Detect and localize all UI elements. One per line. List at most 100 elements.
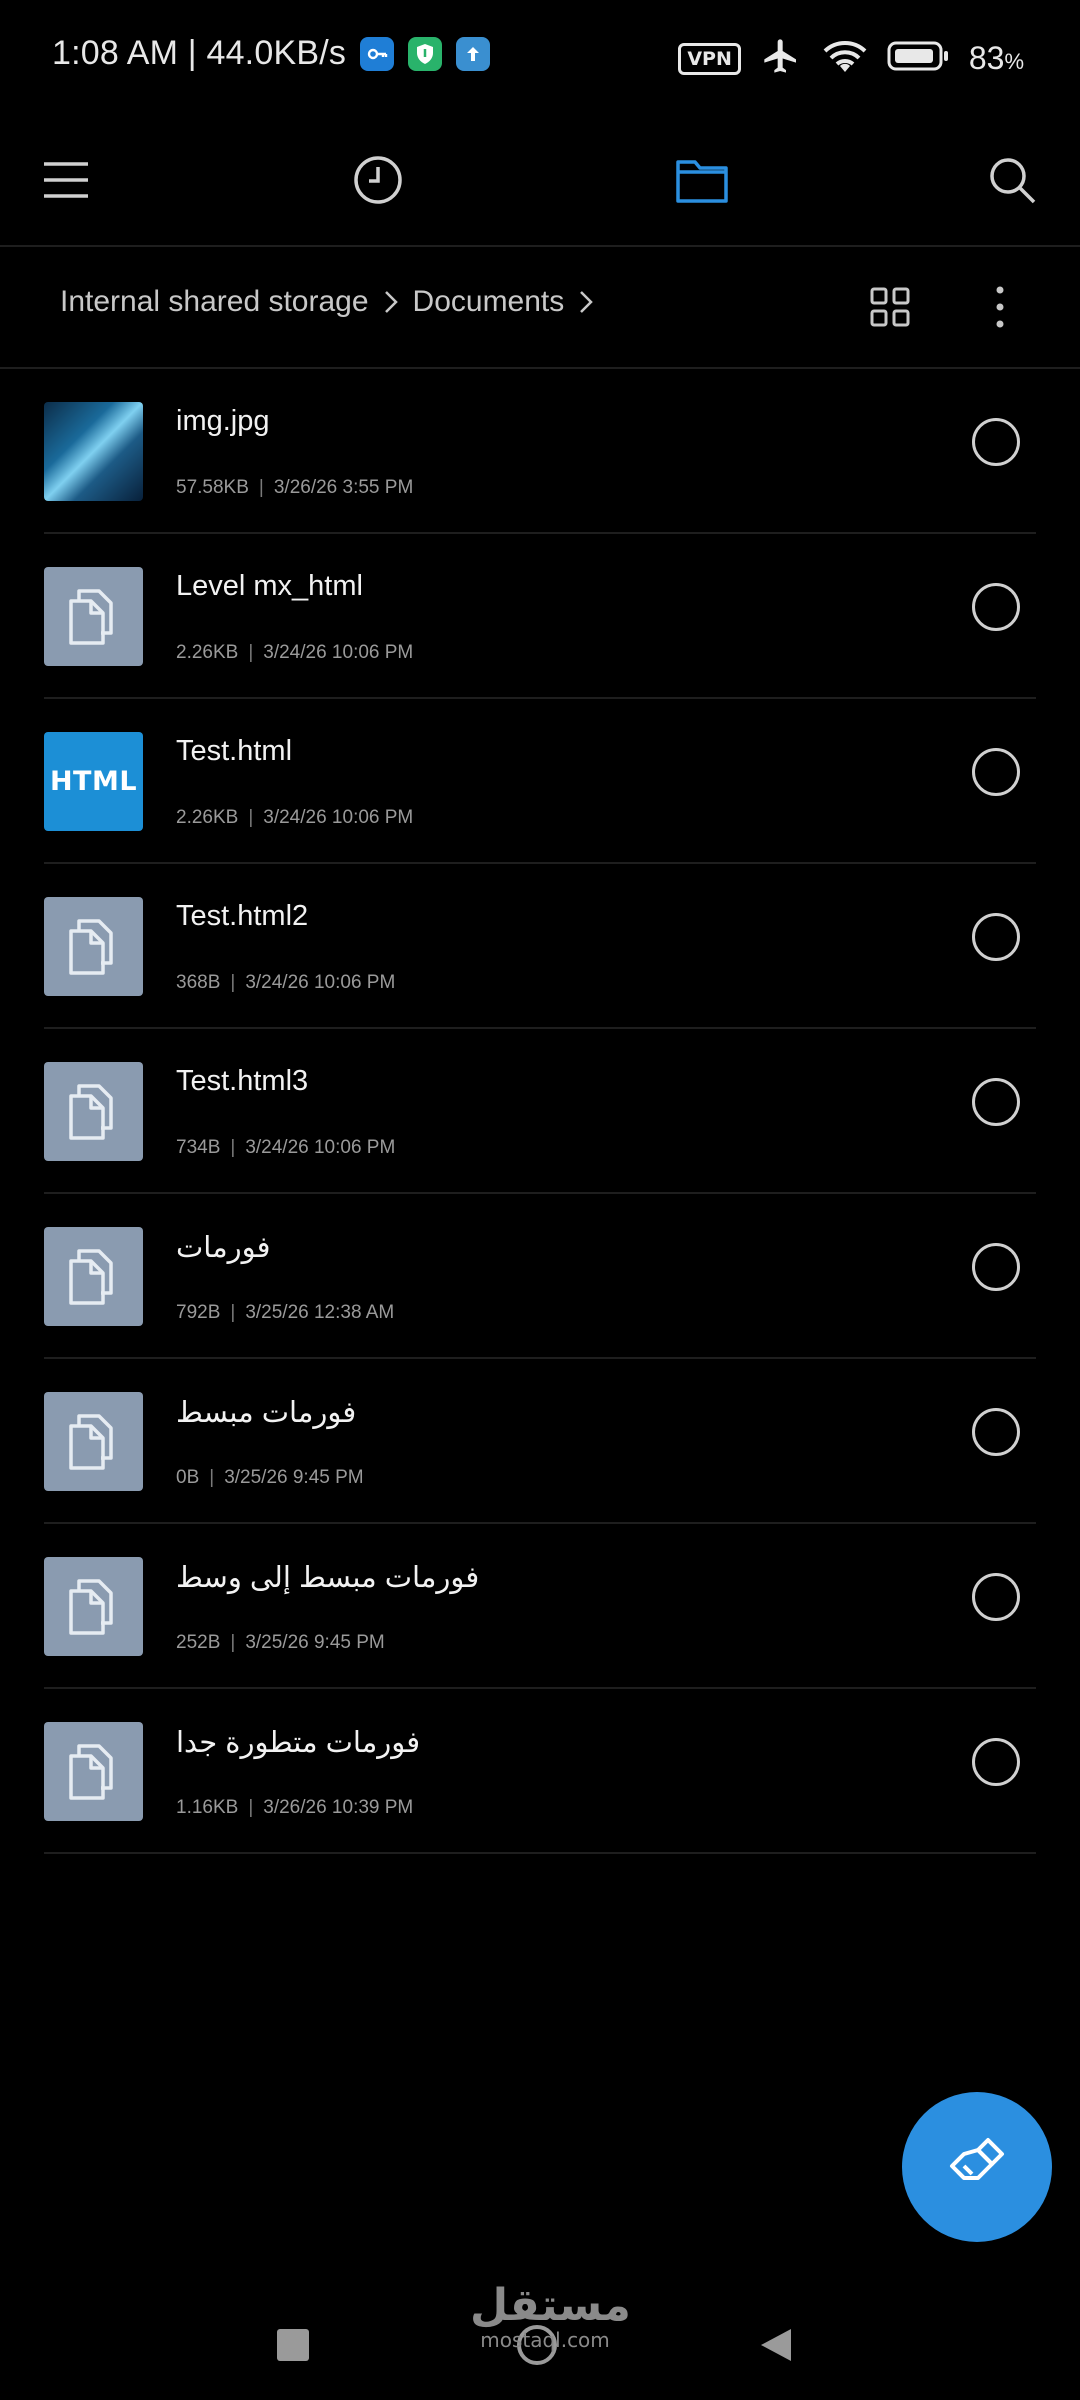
file-row[interactable]: HTML Test.html 2.26KB | 3/24/26 10:06 PM xyxy=(44,699,1036,864)
select-radio[interactable] xyxy=(972,913,1020,961)
menu-icon[interactable] xyxy=(26,140,106,220)
file-size: 2.26KB xyxy=(176,807,239,828)
search-icon[interactable] xyxy=(972,140,1052,220)
watermark-logo: مستقل mostaql.com xyxy=(470,2280,631,2352)
select-radio[interactable] xyxy=(972,1573,1020,1621)
file-row[interactable]: فورمات مبسط إلى وسط 252B | 3/25/26 9:45 PM xyxy=(44,1524,1036,1689)
file-date: 3/24/26 10:06 PM xyxy=(245,1137,396,1158)
file-size: 1.16KB xyxy=(176,1797,239,1818)
breadcrumb: Internal shared storage Documents xyxy=(60,285,594,319)
file-name: Level mx_html xyxy=(176,570,363,602)
select-radio[interactable] xyxy=(972,1078,1020,1126)
breadcrumb-internal-storage[interactable]: Internal shared storage xyxy=(60,285,369,319)
back-triangle-icon[interactable] xyxy=(742,2310,812,2380)
file-date: 3/24/26 10:06 PM xyxy=(245,972,396,993)
document-icon xyxy=(68,1413,113,1470)
select-radio[interactable] xyxy=(972,1738,1020,1786)
document-icon xyxy=(68,1743,113,1800)
select-radio[interactable] xyxy=(972,748,1020,796)
html-thumb-label: HTML xyxy=(49,766,138,797)
document-file-icon xyxy=(44,1722,143,1821)
file-name: img.jpg xyxy=(176,405,270,437)
folder-icon[interactable] xyxy=(662,140,742,220)
clean-fab-button[interactable] xyxy=(902,2092,1052,2242)
recents-square-icon[interactable] xyxy=(258,2310,328,2380)
meta-separator: | xyxy=(230,972,236,993)
file-meta: 792B | 3/25/26 12:38 AM xyxy=(176,1302,394,1324)
airplane-icon xyxy=(759,36,803,81)
file-name: فورمات xyxy=(176,1232,271,1264)
file-name: فورمات مبسط xyxy=(176,1397,357,1429)
file-row[interactable]: فورمات 792B | 3/25/26 12:38 AM xyxy=(44,1194,1036,1359)
wifi-icon xyxy=(821,36,869,81)
select-radio[interactable] xyxy=(972,583,1020,631)
file-date: 3/24/26 10:06 PM xyxy=(263,807,414,828)
file-date: 3/26/26 3:55 PM xyxy=(273,477,414,498)
file-row[interactable]: Test.html2 368B | 3/24/26 10:06 PM xyxy=(44,864,1036,1029)
select-radio[interactable] xyxy=(972,1408,1020,1456)
file-name: Test.html2 xyxy=(176,900,309,932)
shield-app-icon xyxy=(408,36,443,71)
file-name: فورمات متطورة جدا xyxy=(176,1727,421,1759)
upload-app-icon xyxy=(456,36,491,71)
more-options-icon[interactable] xyxy=(970,277,1030,337)
status-bar: 1:08 AM | 44.0KB/s VPN 83% xyxy=(0,0,1080,115)
document-icon xyxy=(68,1248,113,1305)
file-date: 3/25/26 9:45 PM xyxy=(245,1632,385,1653)
file-size: 368B xyxy=(176,972,221,993)
meta-separator: | xyxy=(230,1137,236,1158)
grid-view-icon[interactable] xyxy=(860,277,920,337)
file-row[interactable]: Level mx_html 2.26KB | 3/24/26 10:06 PM xyxy=(44,534,1036,699)
file-meta: 57.58KB | 3/26/26 3:55 PM xyxy=(176,477,413,499)
file-row[interactable]: فورمات مبسط 0B | 3/25/26 9:45 PM xyxy=(44,1359,1036,1524)
watermark-arabic: مستقل xyxy=(470,2280,631,2331)
select-radio[interactable] xyxy=(972,1243,1020,1291)
meta-separator: | xyxy=(258,477,264,498)
battery-icon xyxy=(887,39,951,78)
top-toolbar xyxy=(0,115,1080,247)
file-size: 734B xyxy=(176,1137,221,1158)
file-date: 3/26/26 10:39 PM xyxy=(263,1797,414,1818)
file-size: 252B xyxy=(176,1632,221,1653)
file-row[interactable]: Test.html3 734B | 3/24/26 10:06 PM xyxy=(44,1029,1036,1194)
meta-separator: | xyxy=(248,642,254,663)
meta-separator: | xyxy=(230,1632,236,1653)
file-row[interactable]: فورمات متطورة جدا 1.16KB | 3/26/26 10:39 PM xyxy=(44,1689,1036,1854)
file-meta: 1.16KB | 3/26/26 10:39 PM xyxy=(176,1797,413,1819)
file-date: 3/24/26 10:06 PM xyxy=(263,642,414,663)
select-radio[interactable] xyxy=(972,418,1020,466)
file-meta: 2.26KB | 3/24/26 10:06 PM xyxy=(176,807,413,829)
breadcrumb-documents[interactable]: Documents xyxy=(413,285,565,319)
document-file-icon xyxy=(44,567,143,666)
file-meta: 368B | 3/24/26 10:06 PM xyxy=(176,972,395,994)
chevron-right-icon xyxy=(384,291,398,313)
document-file-icon xyxy=(44,1227,143,1326)
file-size: 0B xyxy=(176,1467,200,1488)
document-icon xyxy=(68,1083,113,1140)
file-size: 2.26KB xyxy=(176,642,239,663)
document-icon xyxy=(68,588,113,645)
file-name: فورمات مبسط إلى وسط xyxy=(176,1562,480,1594)
status-time-speed: 1:08 AM | 44.0KB/s xyxy=(52,34,347,72)
key-app-icon xyxy=(360,36,395,71)
file-list: img.jpg 57.58KB | 3/26/26 3:55 PM Level mx_h… xyxy=(44,369,1036,1854)
file-size: 57.58KB xyxy=(176,477,249,498)
document-file-icon xyxy=(44,1557,143,1656)
document-icon xyxy=(68,1578,113,1635)
meta-separator: | xyxy=(248,807,254,828)
meta-separator: | xyxy=(209,1467,215,1488)
meta-separator: | xyxy=(230,1302,236,1323)
image-thumbnail xyxy=(44,402,143,501)
file-meta: 2.26KB | 3/24/26 10:06 PM xyxy=(176,642,413,664)
file-row[interactable]: img.jpg 57.58KB | 3/26/26 3:55 PM xyxy=(44,369,1036,534)
chevron-right-icon xyxy=(580,291,594,313)
watermark-latin: mostaql.com xyxy=(480,2328,610,2352)
recent-clock-icon[interactable] xyxy=(338,140,418,220)
breadcrumb-row: Internal shared storage Documents xyxy=(0,247,1080,369)
document-file-icon xyxy=(44,897,143,996)
file-name: Test.html3 xyxy=(176,1065,309,1097)
file-meta: 252B | 3/25/26 9:45 PM xyxy=(176,1632,385,1654)
file-date: 3/25/26 12:38 AM xyxy=(245,1302,395,1323)
broom-clean-icon xyxy=(950,2138,1004,2180)
document-icon xyxy=(68,918,113,975)
